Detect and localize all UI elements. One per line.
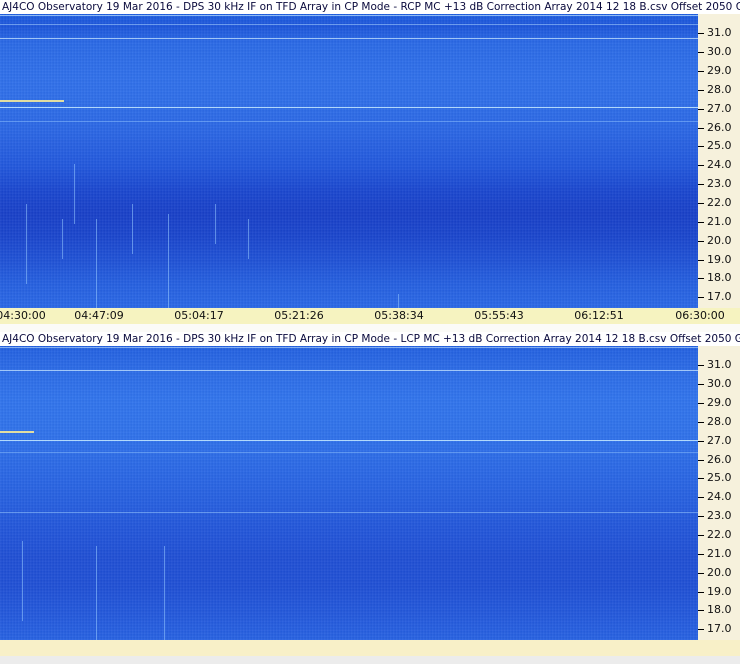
rcp-time-axis: 04:30:00 04:47:09 05:04:17 05:21:26 05:3… bbox=[0, 308, 740, 324]
panel-separator bbox=[0, 324, 740, 332]
lcp-y-tick-label: 31.0 bbox=[707, 358, 732, 371]
rcp-interference-line bbox=[0, 107, 698, 108]
lcp-y-tick-label: 25.0 bbox=[707, 471, 732, 484]
lcp-y-tick-label: 27.0 bbox=[707, 434, 732, 447]
lcp-burst-streak bbox=[164, 546, 165, 640]
lcp-burst-streak bbox=[96, 546, 97, 640]
lcp-y-tick-label: 17.0 bbox=[707, 622, 732, 635]
rcp-spectrogram-panel: AJ4CO Observatory 19 Mar 2016 - DPS 30 k… bbox=[0, 0, 740, 332]
rcp-interference-line bbox=[0, 15, 698, 16]
rcp-interference-line bbox=[0, 121, 698, 122]
lcp-interference-line bbox=[0, 440, 698, 441]
rcp-y-tick-label: 18.0 bbox=[707, 271, 732, 284]
rcp-burst-streak bbox=[215, 204, 216, 244]
rcp-y-tick-label: 28.0 bbox=[707, 83, 732, 96]
rcp-y-tick-label: 27.0 bbox=[707, 102, 732, 115]
lcp-interference-line bbox=[0, 452, 698, 453]
lcp-y-tick-label: 20.0 bbox=[707, 566, 732, 579]
lcp-spectrogram-image[interactable] bbox=[0, 346, 698, 640]
rcp-x-tick-label: 04:30:00 bbox=[0, 309, 46, 322]
rcp-burst-streak bbox=[398, 294, 399, 308]
rcp-y-tick-label: 26.0 bbox=[707, 121, 732, 134]
rcp-y-tick-label: 20.0 bbox=[707, 234, 732, 247]
lcp-y-tick-label: 21.0 bbox=[707, 547, 732, 560]
rcp-x-tick-label: 04:47:09 bbox=[74, 309, 124, 322]
rcp-y-tick-label: 19.0 bbox=[707, 253, 732, 266]
bottom-status-strip bbox=[0, 656, 740, 664]
rcp-burst-streak bbox=[248, 219, 249, 259]
lcp-interference-line bbox=[0, 347, 698, 348]
lcp-y-tick-label: 19.0 bbox=[707, 585, 732, 598]
lcp-y-tick-label: 23.0 bbox=[707, 509, 732, 522]
rcp-x-tick-label: 06:30:00 bbox=[675, 309, 725, 322]
rcp-y-tick-label: 23.0 bbox=[707, 177, 732, 190]
lcp-y-tick-label: 24.0 bbox=[707, 490, 732, 503]
lcp-frequency-axis: 31.0 30.0 29.0 28.0 27.0 26.0 25.0 24.0 … bbox=[698, 346, 740, 640]
rcp-y-tick-label: 29.0 bbox=[707, 64, 732, 77]
rcp-burst-streak bbox=[74, 164, 75, 224]
lcp-time-axis bbox=[0, 640, 740, 656]
lcp-y-tick-label: 26.0 bbox=[707, 453, 732, 466]
rcp-interference-line bbox=[0, 38, 698, 39]
rcp-panel-title: AJ4CO Observatory 19 Mar 2016 - DPS 30 k… bbox=[0, 0, 740, 14]
rcp-interference-line bbox=[0, 24, 698, 25]
rcp-spectrogram-image[interactable] bbox=[0, 14, 698, 308]
rcp-x-tick-label: 05:55:43 bbox=[474, 309, 524, 322]
rcp-y-tick-label: 17.0 bbox=[707, 290, 732, 303]
rcp-frequency-axis: 31.0 30.0 29.0 28.0 27.0 26.0 25.0 24.0 … bbox=[698, 14, 740, 308]
rcp-y-tick-label: 25.0 bbox=[707, 139, 732, 152]
rcp-y-tick-label: 22.0 bbox=[707, 196, 732, 209]
rcp-burst-streak bbox=[132, 204, 133, 254]
lcp-interference-line bbox=[0, 512, 698, 513]
rcp-burst-streak bbox=[62, 219, 63, 259]
lcp-panel-title: AJ4CO Observatory 19 Mar 2016 - DPS 30 k… bbox=[0, 332, 740, 346]
rcp-y-tick-label: 30.0 bbox=[707, 45, 732, 58]
rcp-burst-streak bbox=[26, 204, 27, 284]
rcp-y-tick-label: 31.0 bbox=[707, 26, 732, 39]
rcp-x-tick-label: 06:12:51 bbox=[574, 309, 624, 322]
lcp-y-tick-label: 28.0 bbox=[707, 415, 732, 428]
rcp-y-tick-label: 21.0 bbox=[707, 215, 732, 228]
lcp-burst-streak bbox=[22, 541, 23, 621]
rcp-x-tick-label: 05:04:17 bbox=[174, 309, 224, 322]
lcp-spectrogram-panel: AJ4CO Observatory 19 Mar 2016 - DPS 30 k… bbox=[0, 332, 740, 664]
rcp-burst-streak bbox=[96, 219, 97, 308]
lcp-y-tick-label: 30.0 bbox=[707, 377, 732, 390]
lcp-interference-line bbox=[0, 431, 34, 433]
rcp-burst-streak bbox=[168, 214, 169, 308]
lcp-y-tick-label: 22.0 bbox=[707, 528, 732, 541]
lcp-interference-line bbox=[0, 370, 698, 371]
rcp-interference-line bbox=[0, 100, 64, 102]
rcp-y-tick-label: 24.0 bbox=[707, 158, 732, 171]
lcp-y-tick-label: 18.0 bbox=[707, 603, 732, 616]
rcp-x-tick-label: 05:38:34 bbox=[374, 309, 424, 322]
lcp-y-tick-label: 29.0 bbox=[707, 396, 732, 409]
rcp-x-tick-label: 05:21:26 bbox=[274, 309, 324, 322]
